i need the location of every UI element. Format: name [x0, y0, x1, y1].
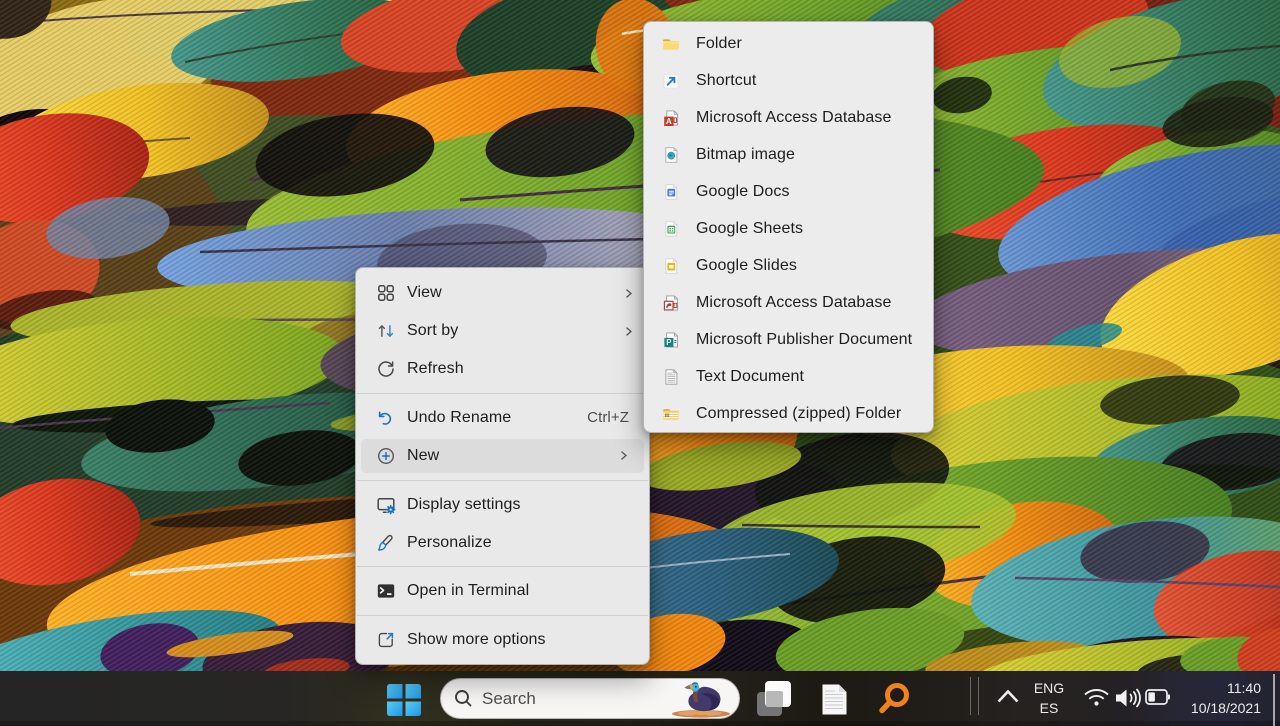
svg-text:A: A [666, 116, 672, 125]
svg-text:P: P [666, 337, 671, 346]
